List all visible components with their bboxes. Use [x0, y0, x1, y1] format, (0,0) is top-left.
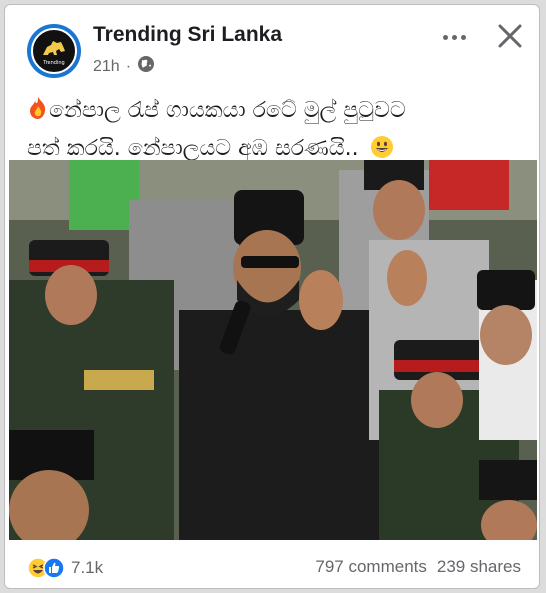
comments-count[interactable]: 797 comments — [315, 557, 427, 577]
post-time[interactable]: 21h — [93, 58, 120, 76]
fire-emoji-icon — [27, 96, 49, 131]
reactions-summary[interactable]: 7.1k — [27, 557, 103, 579]
post-footer: 7.1k 797 comments 239 shares — [5, 553, 539, 585]
like-icon — [43, 557, 65, 579]
page-avatar[interactable]: Trending — [27, 24, 81, 78]
post-caption: නේපාල රැප් ගායකයා රටේ මුල් පුටුවට පත් කර… — [27, 93, 527, 170]
page-name[interactable]: Trending Sri Lanka — [93, 23, 282, 47]
post-card: Trending Trending Sri Lanka 21h · නේපාල … — [4, 4, 540, 589]
engagement-stats: 797 comments 239 shares — [315, 557, 521, 577]
more-options-icon[interactable] — [437, 23, 471, 51]
caption-line-1: නේපාල රැප් ගායකයා රටේ මුල් පුටුවට — [49, 98, 406, 123]
globe-icon — [137, 55, 155, 78]
post-meta: 21h · — [93, 55, 155, 78]
caption-line-2: පත් කරයි. නේපාලයට අඹ සරණයි.. — [27, 136, 359, 161]
close-icon[interactable] — [493, 19, 527, 53]
shares-count[interactable]: 239 shares — [437, 557, 521, 577]
post-photo[interactable] — [9, 160, 537, 540]
reactions-count: 7.1k — [71, 558, 104, 577]
meta-separator: · — [125, 57, 132, 75]
lion-logo-icon: Trending — [31, 28, 77, 74]
